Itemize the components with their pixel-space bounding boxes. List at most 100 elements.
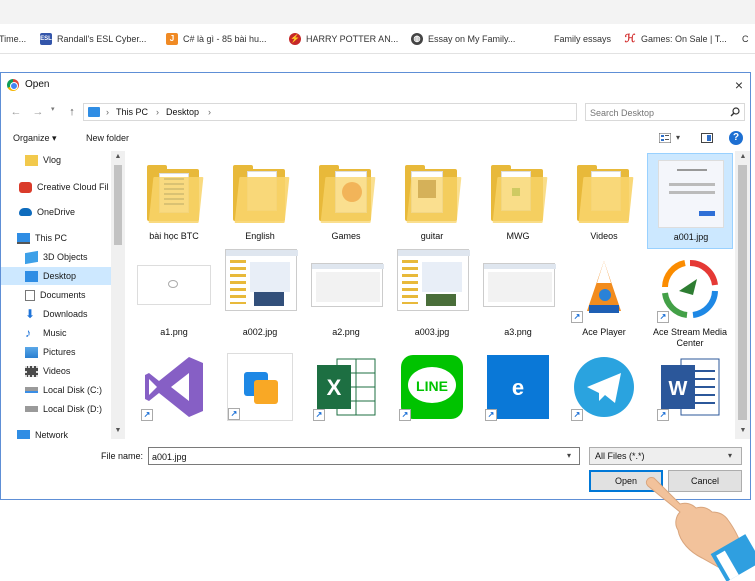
sidebar-item-creative-cloud[interactable]: Creative Cloud Fil — [1, 178, 111, 196]
search-input[interactable] — [590, 106, 720, 119]
network-icon — [17, 429, 30, 439]
file-type-value: All Files (*.*) — [595, 451, 645, 461]
desktop-icon — [25, 270, 38, 282]
file-item-shortcut[interactable]: W ↗ — [647, 347, 733, 439]
sidebar-item-music[interactable]: ♪ Music — [1, 324, 111, 342]
file-item-image-selected[interactable]: a001.jpg — [647, 153, 733, 249]
excel-icon: X ↗ — [313, 353, 379, 421]
chevron-down-icon[interactable]: ▾ — [676, 133, 680, 142]
bookmark-item[interactable]: C — [742, 32, 749, 46]
sidebar-item-local-disk-d[interactable]: Local Disk (D:) — [1, 400, 111, 418]
sidebar-item-3d-objects[interactable]: 3D Objects — [1, 248, 111, 266]
bookmark-item[interactable]: ⚡ HARRY POTTER AN... — [289, 32, 398, 46]
file-name-combobox[interactable]: ▾ — [148, 447, 580, 465]
breadcrumb-this-pc[interactable]: This PC — [116, 107, 148, 117]
image-thumbnail — [137, 265, 211, 305]
folder-icon — [313, 159, 379, 227]
bookmark-item[interactable]: J C# là gì - 85 bài hu... — [166, 32, 267, 46]
file-item-shortcut[interactable]: LINE ↗ — [389, 347, 475, 439]
folder-icon — [485, 159, 551, 227]
sidebar-item-this-pc[interactable]: This PC — [1, 229, 111, 247]
sidebar-item-local-disk-c[interactable]: Local Disk (C:) — [1, 381, 111, 399]
recent-locations-icon[interactable]: ▾ — [51, 105, 55, 113]
new-folder-button[interactable]: New folder — [86, 133, 129, 143]
file-item-shortcut[interactable]: ↗ Ace Player — [561, 249, 647, 345]
breadcrumb-desktop[interactable]: Desktop — [166, 107, 199, 117]
up-arrow-icon[interactable]: ↑ — [65, 105, 79, 119]
file-item-shortcut[interactable]: X ↗ — [303, 347, 389, 439]
chrome-icon — [7, 79, 19, 91]
sidebar-item-vlog[interactable]: Vlog — [1, 151, 111, 169]
scroll-up-icon[interactable]: ▲ — [738, 153, 748, 160]
bookmark-item[interactable]: ESL Randall's ESL Cyber... — [40, 32, 146, 46]
open-file-dialog: Open × ← → ▾ ↑ › This PC › Desktop › ▾ ↻… — [0, 72, 751, 500]
file-item-folder[interactable]: Games — [303, 153, 389, 249]
bookmark-item[interactable]: ℋ Games: On Sale | T... — [624, 32, 727, 46]
sidebar-item-desktop[interactable]: Desktop — [1, 267, 111, 285]
bookmark-item[interactable]: Time... — [0, 32, 26, 46]
shortcut-arrow-icon: ↗ — [657, 409, 669, 421]
sidebar-item-downloads[interactable]: ⬇ Downloads — [1, 305, 111, 323]
h-icon: ℋ — [624, 33, 636, 45]
preview-pane-icon[interactable] — [701, 133, 713, 143]
shortcut-arrow-icon: ↗ — [228, 408, 240, 420]
chevron-down-icon[interactable]: ▾ — [567, 451, 571, 460]
navigation-pane: Vlog Creative Cloud Fil OneDrive This PC… — [1, 151, 125, 439]
file-list: bài học BTC English Games guitar MWG Vid… — [127, 151, 735, 439]
view-options-icon[interactable] — [659, 133, 671, 143]
bookmark-item[interactable]: ◍ Essay on My Family... — [411, 32, 515, 46]
file-item-shortcut[interactable]: ↗ — [131, 347, 217, 439]
file-item-image[interactable]: a2.png — [303, 249, 389, 345]
sidebar-scrollbar[interactable]: ▲ ▼ — [111, 151, 125, 439]
sidebar-item-network[interactable]: Network — [1, 426, 111, 439]
svg-text:X: X — [327, 375, 342, 400]
file-name-input[interactable] — [152, 450, 552, 463]
file-item-image[interactable]: a3.png — [475, 249, 561, 345]
globe-icon: ◍ — [411, 33, 423, 45]
file-item-folder[interactable]: English — [217, 153, 303, 249]
shortcut-arrow-icon: ↗ — [571, 409, 583, 421]
organize-menu-button[interactable]: Organize ▾ — [13, 133, 57, 144]
bookmark-item[interactable]: Family essays — [554, 32, 611, 46]
sidebar-item-documents[interactable]: Documents — [1, 286, 111, 304]
breadcrumb-separator-icon: › — [156, 107, 159, 117]
sidebar-item-pictures[interactable]: Pictures — [1, 343, 111, 361]
telegram-icon: ↗ — [571, 353, 637, 421]
music-icon: ♪ — [25, 325, 31, 340]
scrollbar-thumb[interactable] — [114, 165, 122, 245]
file-item-folder[interactable]: MWG — [475, 153, 561, 249]
edge-icon: e ↗ — [485, 353, 551, 421]
file-list-scrollbar[interactable]: ▲ ▼ — [735, 151, 750, 439]
bookmark-icon: J — [166, 33, 178, 45]
file-item-folder[interactable]: bài học BTC — [131, 153, 217, 249]
scrollbar-thumb[interactable] — [738, 165, 747, 420]
close-button[interactable]: × — [729, 75, 749, 95]
file-item-image[interactable]: a002.jpg — [217, 249, 303, 345]
sidebar-item-onedrive[interactable]: OneDrive — [1, 203, 111, 221]
file-item-shortcut[interactable]: ↗ — [561, 347, 647, 439]
harry-potter-icon: ⚡ — [289, 33, 301, 45]
scroll-down-icon[interactable]: ▼ — [113, 427, 123, 434]
disk-icon — [25, 406, 38, 412]
file-item-image[interactable]: a003.jpg — [389, 249, 475, 345]
word-icon: W ↗ — [657, 353, 723, 421]
sidebar-item-videos[interactable]: Videos — [1, 362, 111, 380]
forward-arrow-icon[interactable]: → — [31, 105, 45, 119]
file-item-shortcut[interactable]: ↗ — [217, 347, 303, 439]
search-box[interactable] — [585, 103, 745, 121]
file-item-image[interactable]: a1.png — [131, 249, 217, 345]
pc-icon — [88, 107, 100, 117]
file-type-select[interactable]: All Files (*.*) ▾ — [589, 447, 742, 465]
file-item-folder[interactable]: guitar — [389, 153, 475, 249]
folder-icon — [399, 159, 465, 227]
address-bar[interactable]: › This PC › Desktop › ▾ ↻ — [83, 103, 655, 121]
browser-tab-strip — [0, 0, 755, 24]
shortcut-arrow-icon: ↗ — [313, 409, 325, 421]
file-item-shortcut[interactable]: e ↗ — [475, 347, 561, 439]
back-arrow-icon[interactable]: ← — [9, 105, 23, 119]
scroll-up-icon[interactable]: ▲ — [113, 153, 123, 160]
file-item-shortcut[interactable]: ↗ Ace Stream Media Center — [647, 249, 733, 348]
help-icon[interactable]: ? — [729, 131, 743, 145]
file-item-folder[interactable]: Videos — [561, 153, 647, 249]
scroll-down-icon[interactable]: ▼ — [738, 427, 748, 434]
